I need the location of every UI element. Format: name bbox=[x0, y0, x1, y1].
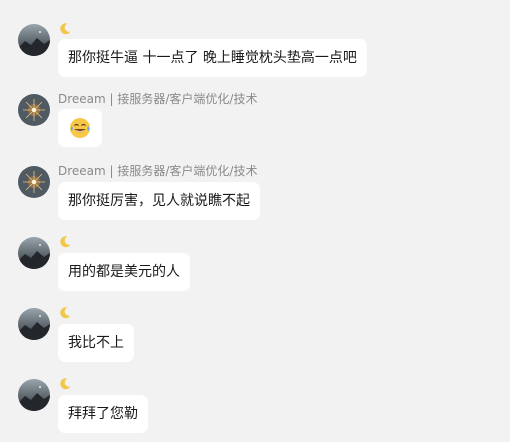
crescent-moon-icon bbox=[60, 236, 71, 248]
crescent-moon-icon bbox=[60, 307, 71, 319]
message-bubble[interactable]: 我比不上 bbox=[58, 324, 134, 362]
face-with-tears-of-joy-icon bbox=[70, 118, 90, 138]
message-bubble[interactable]: 那你挺厉害，见人就说瞧不起 bbox=[58, 182, 260, 220]
sender-name: Dreeam | 接服务器/客户端优化/技术 bbox=[58, 164, 258, 178]
message-bubble-emoji[interactable] bbox=[58, 109, 102, 147]
message-bubble[interactable]: 拜拜了您勒 bbox=[58, 395, 148, 433]
sparkler-avatar[interactable] bbox=[18, 166, 50, 198]
night-sky-avatar[interactable] bbox=[18, 308, 50, 340]
crescent-moon-icon bbox=[60, 23, 71, 35]
message-bubble[interactable]: 用的都是美元的人 bbox=[58, 253, 190, 291]
night-sky-avatar[interactable] bbox=[18, 24, 50, 56]
night-sky-avatar[interactable] bbox=[18, 237, 50, 269]
night-sky-avatar[interactable] bbox=[18, 379, 50, 411]
message-bubble[interactable]: 那你挺牛逼 十一点了 晚上睡觉枕头垫高一点吧 bbox=[58, 39, 367, 77]
crescent-moon-icon bbox=[60, 378, 71, 390]
sparkler-avatar[interactable] bbox=[18, 94, 50, 126]
chat-message-list[interactable]: 那你挺牛逼 十一点了 晚上睡觉枕头垫高一点吧 Dreeam | 接服务器/客户端… bbox=[0, 0, 510, 442]
sender-name: Dreeam | 接服务器/客户端优化/技术 bbox=[58, 92, 258, 106]
